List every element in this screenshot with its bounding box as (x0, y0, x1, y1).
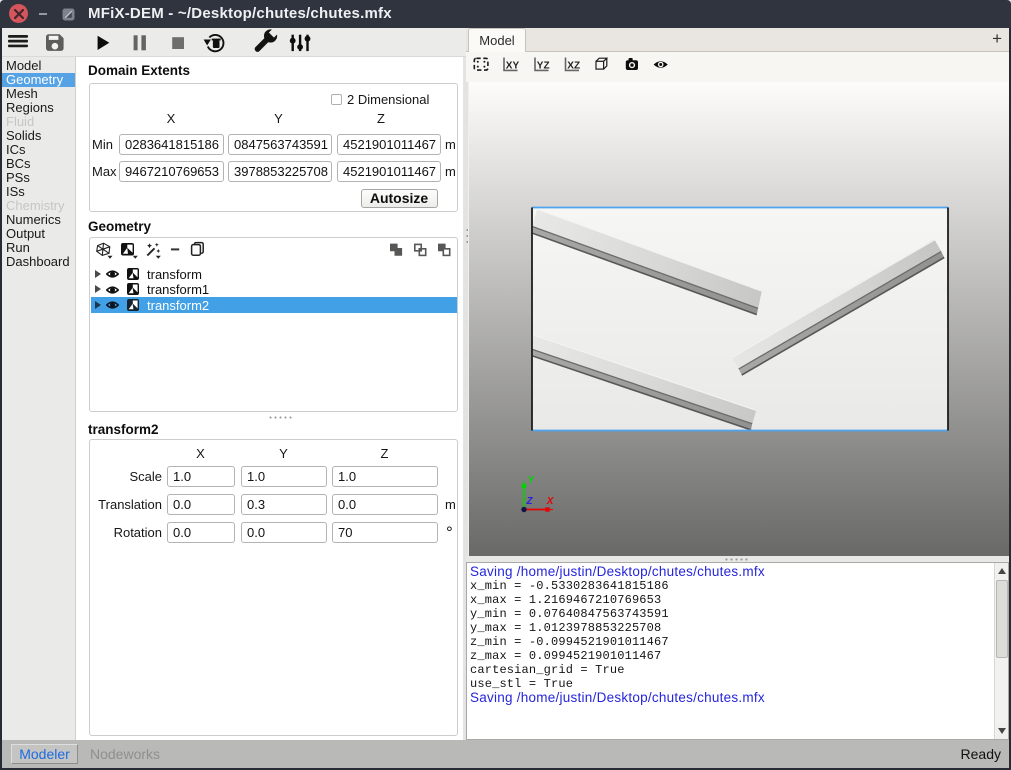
svg-text:XZ: XZ (567, 60, 580, 71)
svg-text:Y: Y (528, 475, 536, 486)
svg-text:XY: XY (506, 60, 520, 71)
svg-text:Z: Z (526, 496, 534, 507)
svg-text:X: X (546, 496, 555, 507)
svg-text:YZ: YZ (537, 60, 550, 71)
